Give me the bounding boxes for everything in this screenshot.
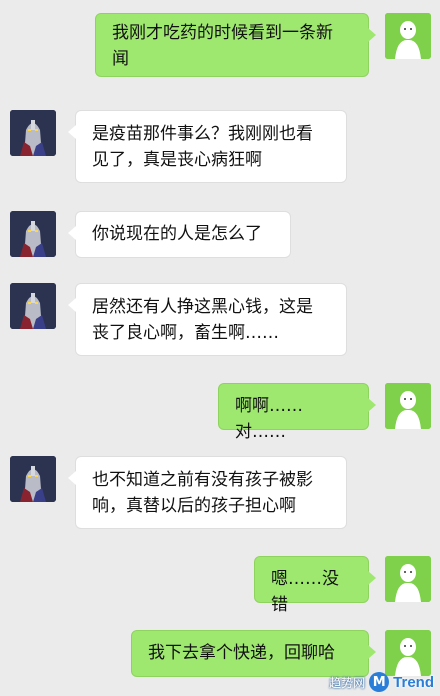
message-bubble-sent[interactable]: 我下去拿个快递，回聊哈 [131,630,376,677]
hero-avatar-icon [10,110,56,156]
stick-figure-avatar-icon [385,383,431,429]
contact-avatar[interactable] [10,456,56,502]
hero-avatar-icon [10,283,56,329]
message-text: 你说现在的人是怎么了 [92,224,262,244]
message-text: 居然还有人挣这黑心钱，这是 [92,297,313,317]
my-avatar[interactable] [385,13,431,59]
message-text: 响，真替以后的孩子担心啊 [92,496,296,516]
message-bubble-received[interactable]: 也不知道之前有没有孩子被影 响，真替以后的孩子担心啊 [68,456,347,529]
message-text: 闻 [112,49,129,69]
contact-avatar[interactable] [10,211,56,257]
message-text: 我刚才吃药的时候看到一条新 [112,23,333,43]
message-text: 是疫苗那件事么？我刚刚也看 [92,124,313,144]
stick-figure-avatar-icon [385,556,431,602]
message-bubble-sent[interactable]: 嗯……没错 [254,556,376,615]
hero-avatar-icon [10,456,56,502]
hero-avatar-icon [10,211,56,257]
contact-avatar[interactable] [10,283,56,329]
message-text: 见了，真是丧心病狂啊 [92,150,262,170]
stick-figure-avatar-icon [385,630,431,676]
site-watermark: 趋势网 M Trend [329,672,434,692]
message-bubble-sent[interactable]: 我刚才吃药的时候看到一条新 闻 [95,13,376,77]
watermark-prefix: 趋势网 [329,675,366,690]
message-bubble-received[interactable]: 是疫苗那件事么？我刚刚也看 见了，真是丧心病狂啊 [68,110,347,183]
my-avatar[interactable] [385,630,431,676]
message-bubble-received[interactable]: 居然还有人挣这黑心钱，这是 丧了良心啊，畜生啊…… [68,283,347,356]
my-avatar[interactable] [385,383,431,429]
message-text: 丧了良心啊，畜生啊…… [92,323,279,343]
message-bubble-received[interactable]: 你说现在的人是怎么了 [68,211,291,258]
message-bubble-sent[interactable]: 啊啊……对…… [218,383,376,442]
watermark-brand: Trend [393,673,434,691]
message-text: 嗯……没错 [271,569,339,615]
my-avatar[interactable] [385,556,431,602]
stick-figure-avatar-icon [385,13,431,59]
message-text: 我下去拿个快递，回聊哈 [148,643,335,663]
watermark-logo-icon: M [369,672,390,692]
contact-avatar[interactable] [10,110,56,156]
message-text: 也不知道之前有没有孩子被影 [92,470,313,490]
message-text: 啊啊……对…… [235,396,303,442]
